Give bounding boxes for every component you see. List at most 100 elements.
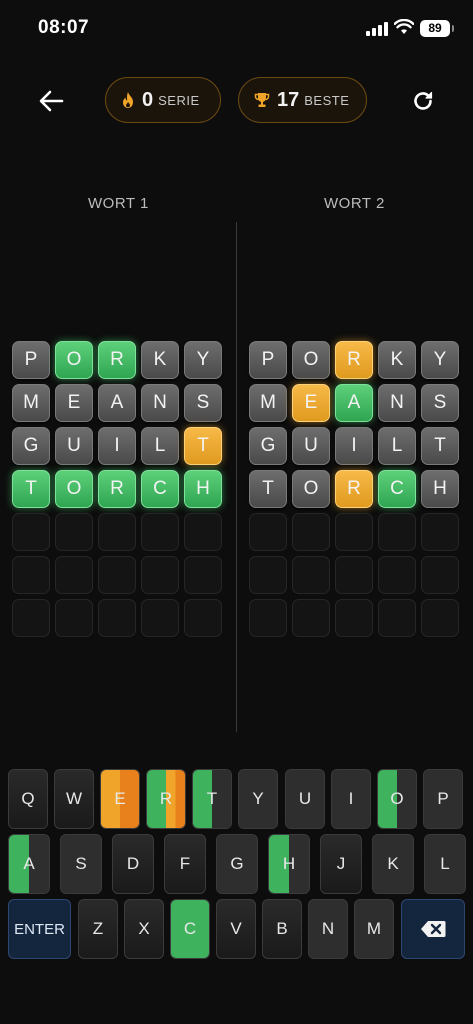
- keyboard-row-2: A S D F G H JK L: [0, 834, 473, 894]
- tile-gray: O: [292, 341, 330, 379]
- key-u[interactable]: U: [285, 769, 325, 829]
- word-2-label: WORT 2: [324, 195, 385, 212]
- tile-gray: P: [12, 341, 50, 379]
- tile-yellow: R: [335, 470, 373, 508]
- key-h[interactable]: H: [268, 834, 310, 894]
- key-x[interactable]: X: [124, 899, 164, 959]
- key-c[interactable]: C: [170, 899, 210, 959]
- key-label: H: [282, 854, 296, 873]
- key-label: T: [206, 789, 218, 808]
- key-l[interactable]: L: [424, 834, 466, 894]
- key-label: Q: [21, 789, 35, 808]
- trophy-icon: [254, 93, 270, 107]
- wifi-icon: [394, 19, 414, 34]
- word-1-label: WORT 1: [88, 195, 149, 212]
- restart-button[interactable]: [406, 84, 440, 118]
- key-e[interactable]: E: [100, 769, 140, 829]
- key-n[interactable]: N: [308, 899, 348, 959]
- key-z[interactable]: Z: [78, 899, 118, 959]
- key-f[interactable]: F: [164, 834, 206, 894]
- key-p[interactable]: P: [423, 769, 463, 829]
- tile-empty: [184, 513, 222, 551]
- tile-empty: [421, 513, 459, 551]
- enter-key[interactable]: ENTER: [8, 899, 71, 959]
- key-y[interactable]: Y: [238, 769, 278, 829]
- backspace-key[interactable]: [401, 899, 465, 959]
- tile-empty: [12, 556, 50, 594]
- tile-gray: G: [249, 427, 287, 465]
- tile-empty: [292, 599, 330, 637]
- tile-gray: I: [335, 427, 373, 465]
- key-i[interactable]: I: [331, 769, 371, 829]
- tile-empty: [141, 599, 179, 637]
- tile-empty: [249, 599, 287, 637]
- tile-gray: M: [12, 384, 50, 422]
- tile-empty: [378, 599, 416, 637]
- key-o[interactable]: O: [377, 769, 417, 829]
- back-button[interactable]: [34, 84, 68, 118]
- status-bar: 08:07 89: [0, 0, 473, 58]
- key-j[interactable]: J: [320, 834, 362, 894]
- key-s[interactable]: S: [60, 834, 102, 894]
- tile-empty: [55, 556, 93, 594]
- key-d[interactable]: D: [112, 834, 154, 894]
- key-label: W: [65, 789, 83, 808]
- tile-empty: [292, 513, 330, 551]
- tile-gray: U: [55, 427, 93, 465]
- key-label: G: [230, 854, 244, 873]
- key-t[interactable]: T: [192, 769, 232, 829]
- tile-gray: G: [12, 427, 50, 465]
- board-divider: [236, 222, 237, 732]
- tile-empty: [249, 556, 287, 594]
- key-label: B: [276, 919, 288, 938]
- tile-gray: S: [184, 384, 222, 422]
- tile-gray: I: [98, 427, 136, 465]
- key-w[interactable]: W: [54, 769, 94, 829]
- tile-yellow: T: [184, 427, 222, 465]
- tile-empty: [184, 556, 222, 594]
- key-label: S: [75, 854, 87, 873]
- key-label: L: [440, 854, 450, 873]
- key-label: D: [126, 854, 140, 873]
- tile-green: H: [184, 470, 222, 508]
- flame-icon: [123, 92, 133, 108]
- tile-empty: [12, 513, 50, 551]
- key-label: I: [348, 789, 354, 808]
- key-label: R: [159, 789, 173, 808]
- key-q[interactable]: Q: [8, 769, 48, 829]
- tile-gray: N: [141, 384, 179, 422]
- key-v[interactable]: V: [216, 899, 256, 959]
- key-b[interactable]: B: [262, 899, 302, 959]
- key-g[interactable]: G: [216, 834, 258, 894]
- tile-gray: T: [421, 427, 459, 465]
- tile-gray: A: [98, 384, 136, 422]
- tile-gray: Y: [184, 341, 222, 379]
- tile-green: A: [335, 384, 373, 422]
- key-a[interactable]: A: [8, 834, 50, 894]
- key-label: E: [114, 789, 126, 808]
- keyboard-row-3: ENTER Z X C V B N M: [0, 899, 473, 959]
- key-label: O: [390, 789, 404, 808]
- key-r[interactable]: R: [146, 769, 186, 829]
- tile-empty: [141, 556, 179, 594]
- streak-value: 0: [142, 88, 154, 111]
- tile-gray: Y: [421, 341, 459, 379]
- key-label: M: [366, 919, 382, 938]
- backspace-icon: [421, 921, 446, 937]
- key-m[interactable]: M: [354, 899, 394, 959]
- tile-gray: E: [55, 384, 93, 422]
- key-label: P: [437, 789, 449, 808]
- tile-gray: K: [141, 341, 179, 379]
- keyboard-row-1: Q W E R T YU I O P: [0, 769, 473, 829]
- key-k[interactable]: K: [372, 834, 414, 894]
- best-label: BESTE: [304, 92, 350, 108]
- tile-empty: [55, 513, 93, 551]
- tile-gray: L: [141, 427, 179, 465]
- tile-empty: [335, 556, 373, 594]
- tile-empty: [98, 556, 136, 594]
- tile-empty: [378, 513, 416, 551]
- best-badge: 17 BESTE: [238, 77, 367, 123]
- tile-empty: [184, 599, 222, 637]
- tile-yellow: R: [335, 341, 373, 379]
- tile-empty: [335, 513, 373, 551]
